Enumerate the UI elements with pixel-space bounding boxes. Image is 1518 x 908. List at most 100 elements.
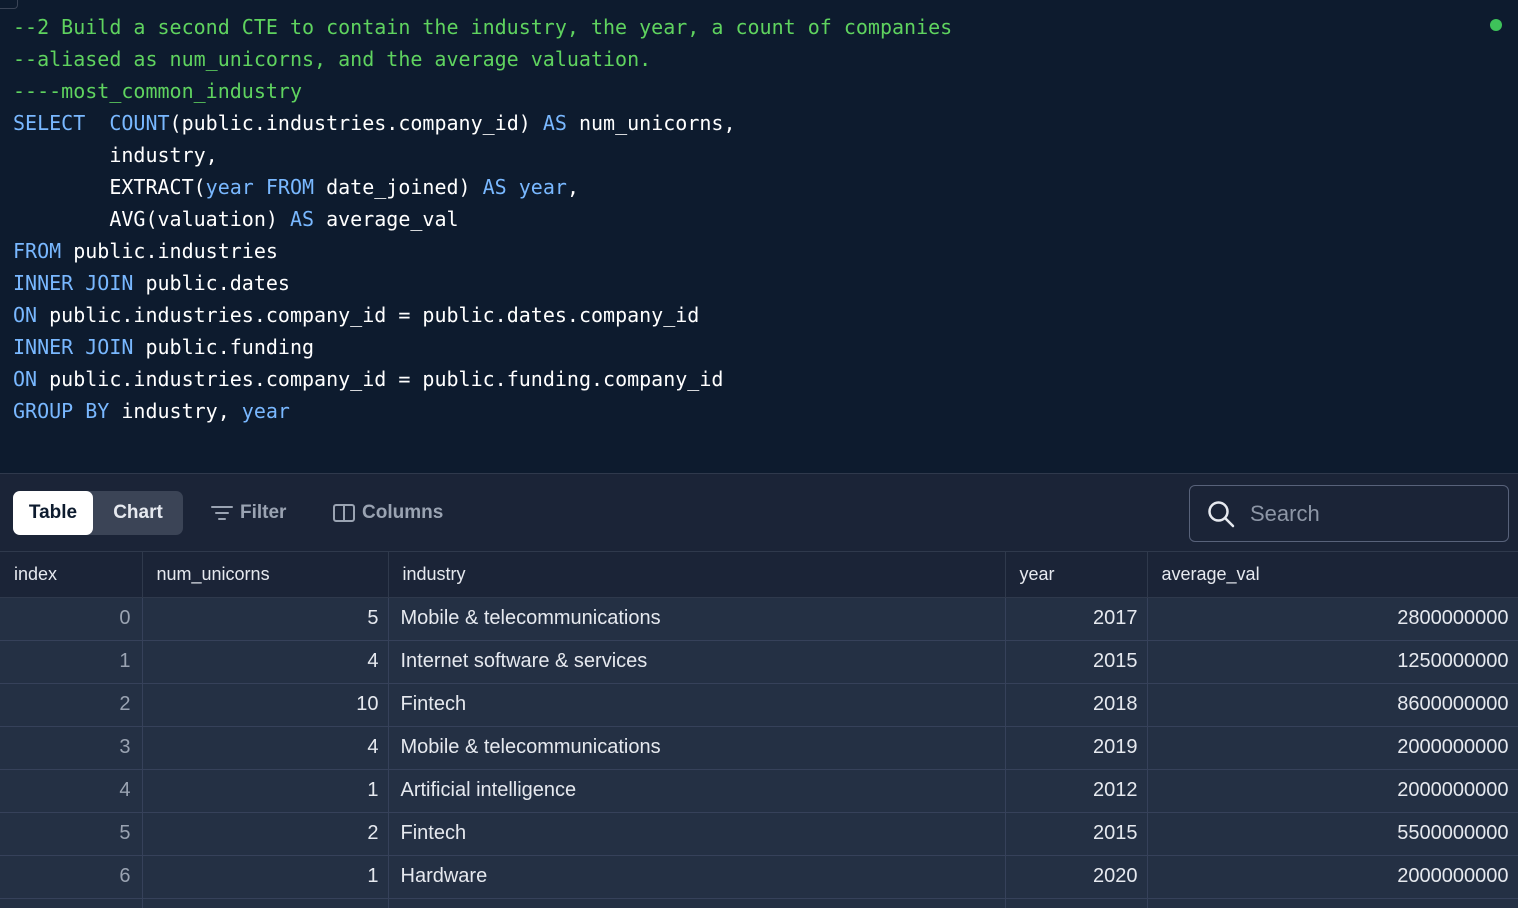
table-row[interactable]: 0 5 Mobile & telecommunications 2017 2800000… xyxy=(0,597,1518,641)
code-token: --2 Build a second CTE to contain the in… xyxy=(13,15,953,39)
table-row[interactable]: 1 4 Internet software & services 2015 125000… xyxy=(0,640,1518,684)
search-icon xyxy=(1206,499,1236,529)
code-token: (public.industries.company_id) xyxy=(169,111,543,135)
table-cell-index: 5 xyxy=(0,812,143,856)
filter-label: Filter xyxy=(240,502,287,523)
table-row[interactable]: 5 2 Fintech 2015 5500000000 xyxy=(0,812,1518,856)
table-row[interactable]: 3 4 Mobile & telecommunications 2019 2000000… xyxy=(0,726,1518,770)
table-cell-index: 2 xyxy=(0,683,143,727)
code-line[interactable]: industry, xyxy=(13,139,217,171)
table-cell-average-val: 2000000000 xyxy=(1147,855,1518,899)
code-token: ON xyxy=(13,367,38,391)
table-cell-year xyxy=(1005,898,1148,908)
table-cell-average-val: 2800000000 xyxy=(1147,597,1518,641)
code-token: num_unicorns, xyxy=(566,111,736,135)
code-line[interactable]: EXTRACT(year FROM date_joined) AS year, xyxy=(13,171,579,203)
code-token: SELECT xyxy=(13,111,110,135)
code-line[interactable]: AVG(valuation) AS average_val xyxy=(13,203,459,235)
table-cell-num-unicorns: 1 xyxy=(142,769,389,813)
code-token: average_val xyxy=(314,207,459,231)
chart-view-button[interactable]: Chart xyxy=(93,491,183,535)
table-cell-year: 2015 xyxy=(1005,640,1148,684)
code-token: INNER JOIN xyxy=(13,271,134,295)
table-row[interactable]: 2 10 Fintech 2018 8600000000 xyxy=(0,683,1518,727)
table-cell-num-unicorns: 10 xyxy=(142,683,389,727)
table-cell-industry: Mobile & telecommunications xyxy=(388,597,1006,641)
table-cell-year: 2019 xyxy=(1005,726,1148,770)
code-token: public.industries.company_id = public.da… xyxy=(37,303,700,327)
table-cell-index: 4 xyxy=(0,769,143,813)
table-cell-index xyxy=(0,898,143,908)
search-input[interactable] xyxy=(1250,500,1470,527)
code-token: FROM xyxy=(265,175,315,199)
table-cell-year: 2018 xyxy=(1005,683,1148,727)
code-line[interactable]: --aliased as num_unicorns, and the avera… xyxy=(13,43,651,75)
table-cell-num-unicorns: 4 xyxy=(142,640,389,684)
table-cell-num-unicorns: 1 xyxy=(142,855,389,899)
code-token: AS xyxy=(542,111,567,135)
code-line[interactable]: INNER JOIN public.funding xyxy=(13,331,314,363)
code-line[interactable]: SELECT COUNT(public.industries.company_i… xyxy=(13,107,736,139)
columns-icon xyxy=(333,504,355,522)
code-token: GROUP BY xyxy=(13,399,110,423)
code-line[interactable]: FROM public.industries xyxy=(13,235,278,267)
table-cell-year: 2020 xyxy=(1005,855,1148,899)
cell-status-indicator xyxy=(1490,19,1502,31)
column-header-index[interactable]: index xyxy=(0,552,143,598)
code-token: year xyxy=(241,399,290,423)
results-table: index num_unicorns industry year average_val… xyxy=(0,552,1518,908)
column-header-year[interactable]: year xyxy=(1005,552,1148,598)
code-token: year xyxy=(205,175,254,199)
table-row[interactable] xyxy=(0,898,1518,908)
column-header-num-unicorns[interactable]: num_unicorns xyxy=(142,552,389,598)
table-row[interactable]: 4 1 Artificial intelligence 2012 2000000000 xyxy=(0,769,1518,813)
table-cell-num-unicorns: 5 xyxy=(142,597,389,641)
table-cell-industry xyxy=(388,898,1006,908)
search-box[interactable] xyxy=(1189,485,1509,542)
table-cell-index: 0 xyxy=(0,597,143,641)
column-header-average-val[interactable]: average_val xyxy=(1147,552,1518,598)
code-token: public.industries.company_id = public.fu… xyxy=(37,367,724,391)
code-token: INNER JOIN xyxy=(13,335,134,359)
table-cell-industry: Artificial intelligence xyxy=(388,769,1006,813)
columns-label: Columns xyxy=(362,502,444,523)
code-token: year xyxy=(518,175,567,199)
table-row[interactable]: 6 1 Hardware 2020 2000000000 xyxy=(0,855,1518,899)
table-cell-industry: Fintech xyxy=(388,812,1006,856)
code-token: FROM xyxy=(13,239,62,263)
code-token: public.industries xyxy=(61,239,278,263)
filter-button[interactable]: Filter xyxy=(210,491,286,535)
table-cell-industry: Internet software & services xyxy=(388,640,1006,684)
table-cell-year: 2012 xyxy=(1005,769,1148,813)
code-line[interactable]: ON public.industries.company_id = public… xyxy=(13,299,699,331)
table-view-button[interactable]: Table xyxy=(13,491,93,535)
table-cell-average-val: 2000000000 xyxy=(1147,769,1518,813)
code-token: industry, xyxy=(109,399,242,423)
code-token: --aliased as num_unicorns, and the avera… xyxy=(13,47,652,71)
table-cell-index: 1 xyxy=(0,640,143,684)
table-cell-average-val: 1250000000 xyxy=(1147,640,1518,684)
code-line[interactable]: ----most_common_industry xyxy=(13,75,302,107)
table-cell-average-val: 5500000000 xyxy=(1147,812,1518,856)
table-cell-index: 6 xyxy=(0,855,143,899)
code-token: public.funding xyxy=(133,335,315,359)
sql-editor[interactable]: --2 Build a second CTE to contain the in… xyxy=(0,0,1518,473)
code-token: public.dates xyxy=(133,271,290,295)
column-header-industry[interactable]: industry xyxy=(388,552,1006,598)
code-line[interactable]: --2 Build a second CTE to contain the in… xyxy=(13,11,952,43)
code-token: AS xyxy=(289,207,315,231)
code-line[interactable]: GROUP BY industry, year xyxy=(13,395,290,427)
editor-corner-handle xyxy=(0,0,18,9)
table-cell-year: 2017 xyxy=(1005,597,1148,641)
code-line[interactable]: INNER JOIN public.dates xyxy=(13,267,290,299)
code-token: ON xyxy=(13,303,38,327)
code-token: AVG(valuation) xyxy=(13,207,290,231)
code-token: date_joined) xyxy=(314,175,483,199)
table-cell-average-val: 8600000000 xyxy=(1147,683,1518,727)
code-line[interactable]: ON public.industries.company_id = public… xyxy=(13,363,723,395)
table-cell-num-unicorns xyxy=(142,898,389,908)
columns-button[interactable]: Columns xyxy=(332,491,443,535)
code-token: AS xyxy=(482,175,507,199)
code-token: ----most_common_industry xyxy=(13,79,302,103)
